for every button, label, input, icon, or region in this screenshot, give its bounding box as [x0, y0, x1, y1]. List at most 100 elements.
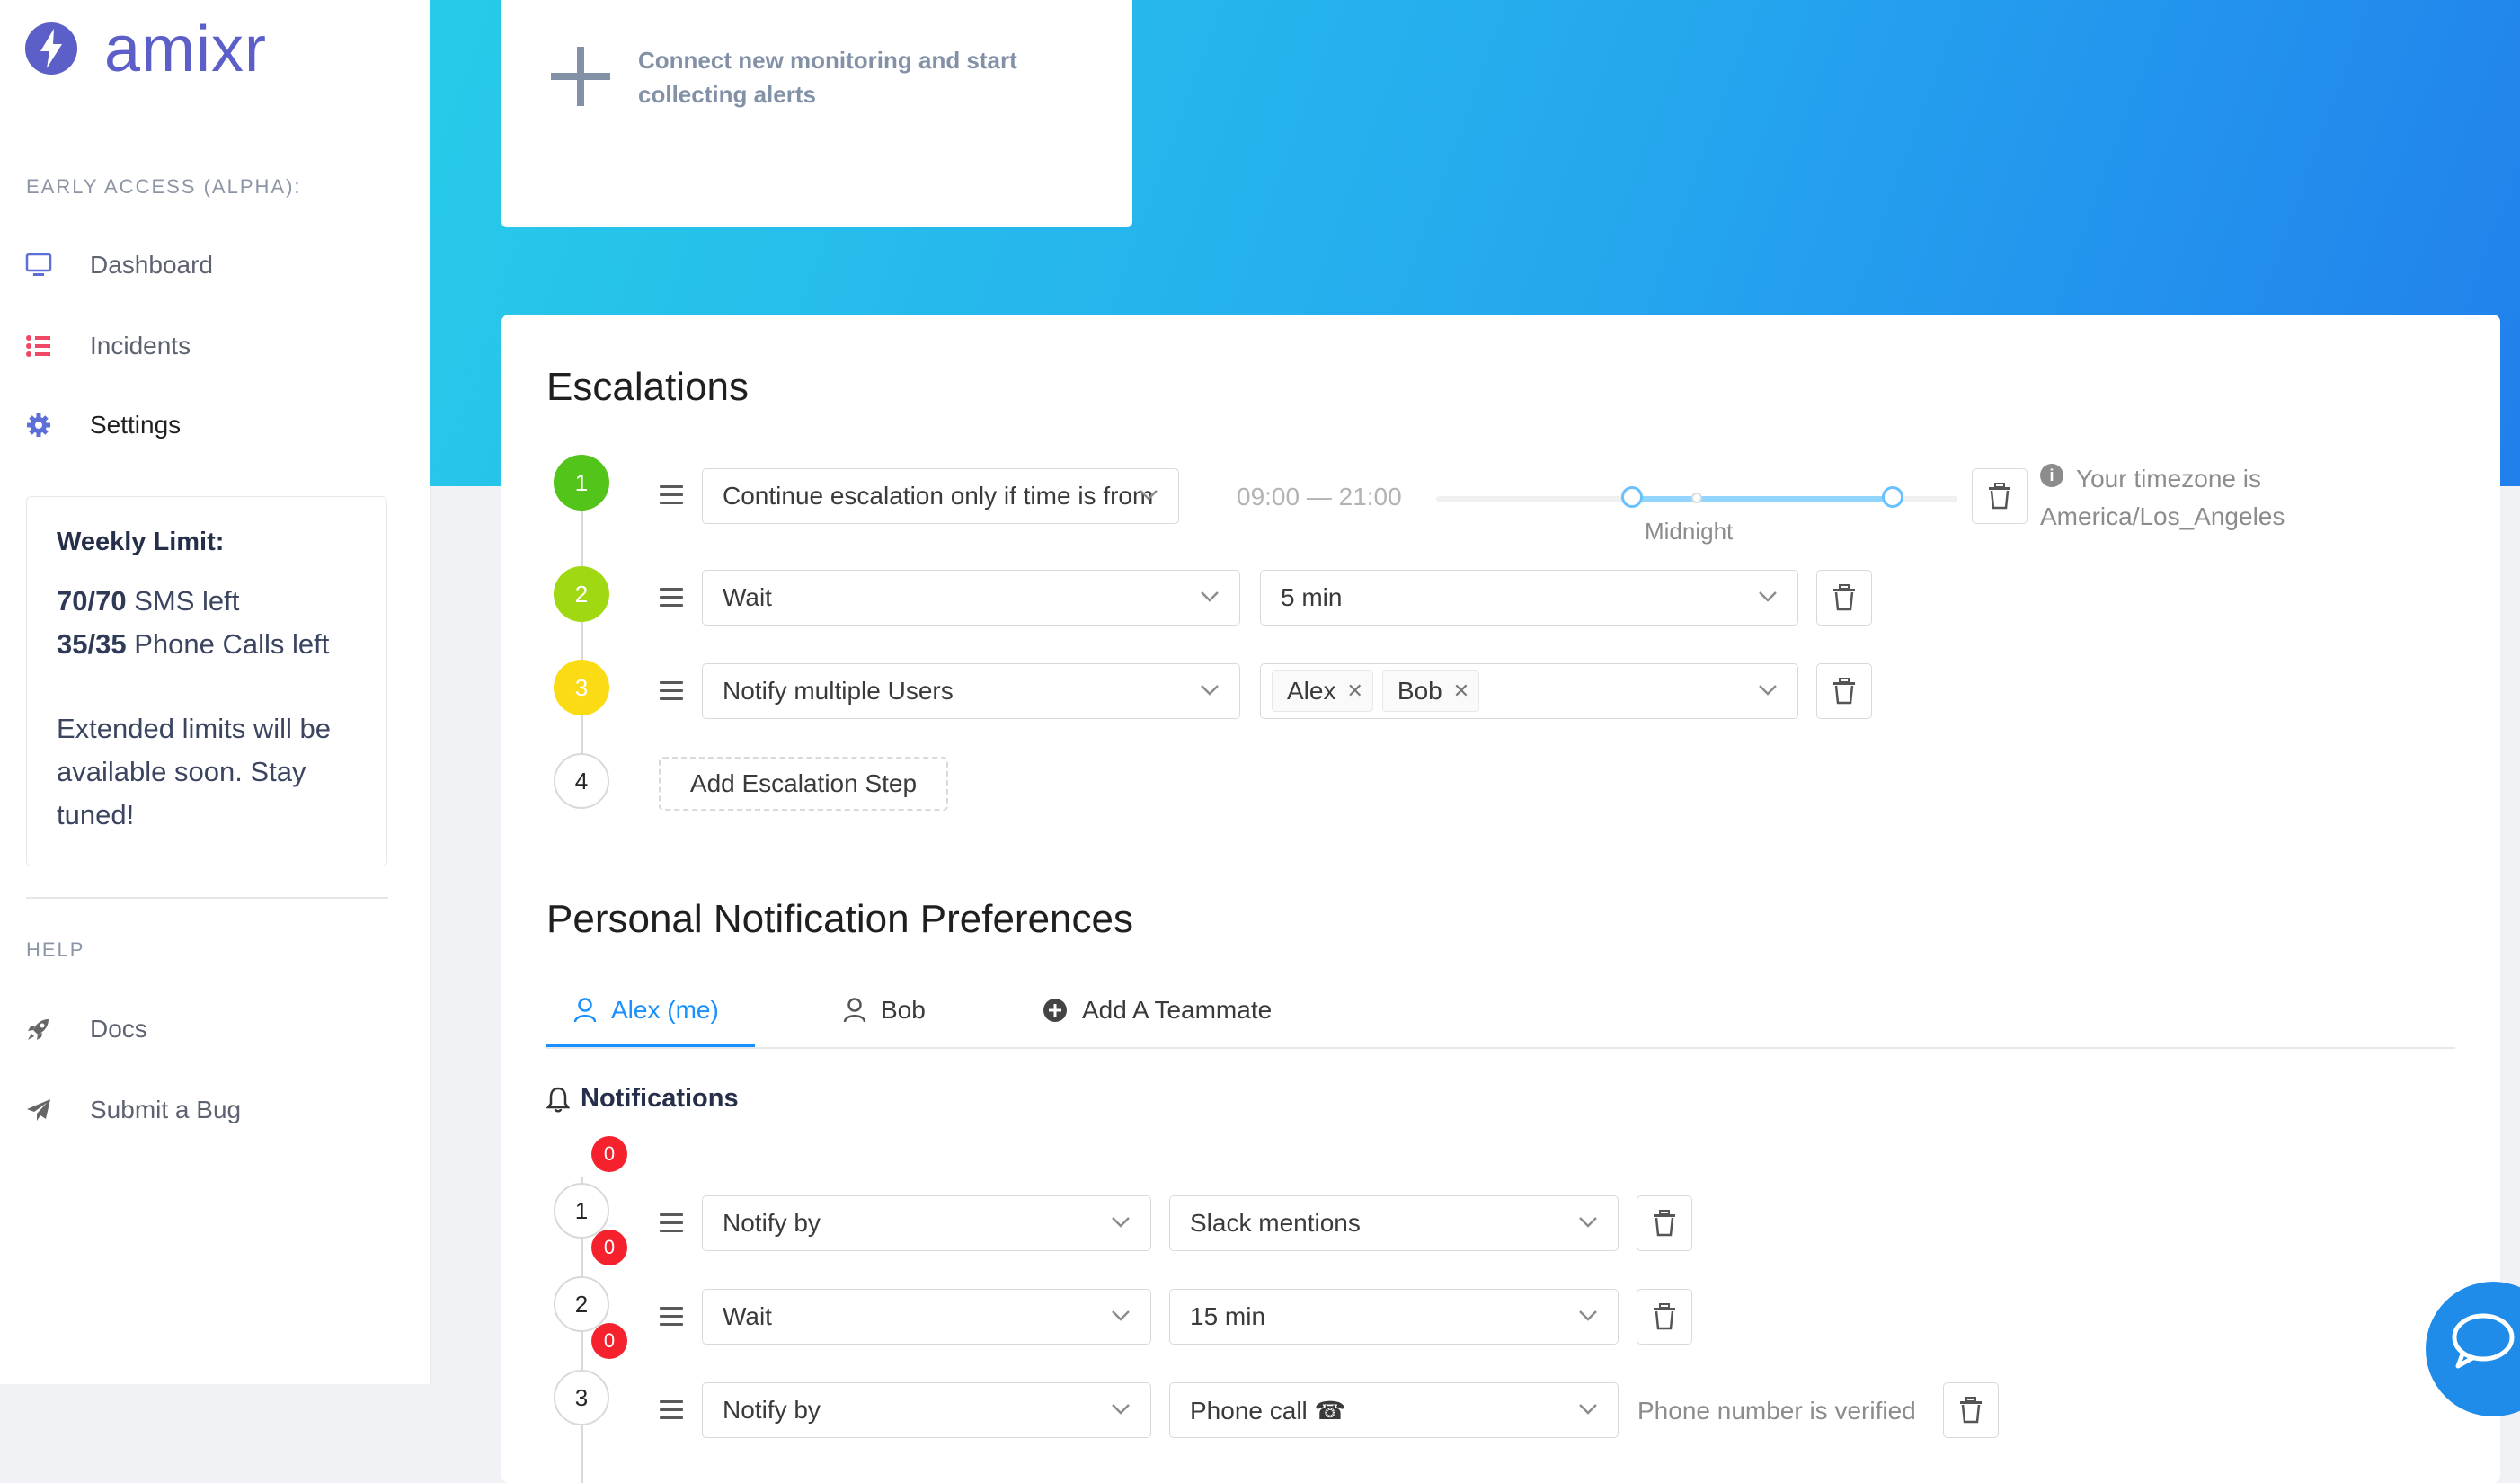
notify-method-select[interactable]: Slack mentions — [1169, 1195, 1619, 1251]
escalation-step-number: 4 — [554, 753, 609, 809]
drag-handle-icon[interactable] — [660, 681, 683, 701]
drag-handle-icon[interactable] — [660, 485, 683, 505]
nav-incidents-label: Incidents — [90, 332, 191, 360]
notification-step-number: 3 — [554, 1370, 609, 1425]
notify-action-select[interactable]: Notify by — [702, 1382, 1151, 1438]
delete-step-button[interactable] — [1637, 1289, 1692, 1345]
escalations-title: Escalations — [546, 365, 750, 409]
escalation-action-select[interactable]: Notify multiple Users — [702, 663, 1240, 719]
user-tag[interactable]: Alex ✕ — [1272, 670, 1373, 712]
notify-action-value: Notify by — [723, 1209, 821, 1237]
monitor-icon — [24, 251, 53, 280]
users-multi-select[interactable]: Alex ✕ Bob ✕ — [1260, 663, 1798, 719]
wait-duration-select[interactable]: 5 min — [1260, 570, 1798, 626]
sms-count: 70/70 — [57, 585, 127, 617]
help-label: HELP — [26, 938, 85, 961]
brand-name: amixr — [104, 13, 267, 85]
escalation-action-select[interactable]: Continue escalation only if time is from — [702, 468, 1179, 524]
slider-handle-start[interactable] — [1621, 486, 1643, 508]
notify-method-value: Slack mentions — [1190, 1209, 1361, 1237]
drag-handle-icon[interactable] — [660, 1213, 683, 1233]
user-tag-label: Alex — [1287, 677, 1336, 705]
tabs-divider — [546, 1047, 2455, 1049]
delete-step-button[interactable] — [1943, 1382, 1999, 1438]
user-icon — [573, 998, 597, 1023]
phone-verified-status: Phone number is verified — [1637, 1397, 1916, 1425]
time-range-slider[interactable]: Midnight — [1436, 486, 1957, 545]
add-escalation-step-button[interactable]: Add Escalation Step — [659, 757, 948, 811]
nav-settings-label: Settings — [90, 411, 182, 439]
chevron-down-icon — [1112, 1217, 1130, 1228]
trash-icon — [1654, 1303, 1675, 1330]
notification-step-number: 1 — [554, 1183, 609, 1239]
trash-icon — [1833, 584, 1855, 611]
count-badge: 0 — [591, 1323, 627, 1359]
nav-dashboard[interactable]: Dashboard — [0, 238, 430, 292]
count-badge: 0 — [591, 1136, 627, 1172]
drag-handle-icon[interactable] — [660, 588, 683, 608]
sidebar-divider — [26, 897, 388, 899]
plus-icon — [551, 47, 610, 106]
sidebar: amixr EARLY ACCESS (ALPHA): Dashboard In… — [0, 0, 431, 1384]
user-tag-label: Bob — [1397, 677, 1442, 705]
delete-step-button[interactable] — [1816, 570, 1872, 626]
escalation-action-value: Continue escalation only if time is from — [723, 482, 1154, 510]
preferences-title: Personal Notification Preferences — [546, 897, 1133, 941]
tab-add-teammate[interactable]: Add A Teammate — [1043, 996, 1272, 1025]
sms-left: 70/70 SMS left — [57, 585, 239, 617]
lightning-logo-icon — [25, 22, 77, 75]
notify-action-select[interactable]: Notify by — [702, 1195, 1151, 1251]
user-icon — [843, 998, 866, 1023]
slider-midnight-dot — [1691, 493, 1702, 503]
remove-tag-icon[interactable]: ✕ — [1346, 679, 1362, 703]
chevron-down-icon — [1759, 685, 1777, 696]
wait-duration-select[interactable]: 15 min — [1169, 1289, 1619, 1345]
gear-icon — [24, 411, 53, 440]
delete-step-button[interactable] — [1816, 663, 1872, 719]
chevron-down-icon — [1201, 591, 1219, 602]
trash-icon — [1960, 1397, 1982, 1424]
info-icon: i — [2040, 464, 2063, 487]
delete-step-button[interactable] — [1972, 468, 2028, 524]
nav-submit-bug[interactable]: Submit a Bug — [0, 1083, 430, 1137]
user-tag[interactable]: Bob ✕ — [1381, 670, 1480, 712]
slider-track — [1632, 496, 1893, 502]
nav-settings[interactable]: Settings — [0, 398, 430, 452]
trash-icon — [1833, 678, 1855, 705]
tab-bob-label: Bob — [881, 996, 926, 1024]
drag-handle-icon[interactable] — [660, 1400, 683, 1420]
tab-alex[interactable]: Alex (me) — [573, 996, 719, 1025]
escalation-action-value: Notify multiple Users — [723, 677, 954, 705]
wait-duration-value: 5 min — [1281, 583, 1343, 611]
remove-tag-icon[interactable]: ✕ — [1453, 679, 1469, 703]
calls-label: Phone Calls left — [126, 628, 330, 660]
tab-add-teammate-label: Add A Teammate — [1082, 996, 1273, 1024]
sms-label: SMS left — [126, 585, 240, 617]
tab-bob[interactable]: Bob — [843, 996, 926, 1025]
list-icon — [24, 332, 53, 360]
nav-submit-bug-label: Submit a Bug — [90, 1096, 242, 1123]
limits-note: Extended limits will be available soon. … — [57, 713, 331, 830]
calls-count: 35/35 — [57, 628, 127, 660]
nav-docs-label: Docs — [90, 1015, 147, 1043]
weekly-limit-title: Weekly Limit: — [57, 528, 225, 556]
drag-handle-icon[interactable] — [660, 1307, 683, 1327]
nav-dashboard-label: Dashboard — [90, 251, 213, 279]
notify-method-select[interactable]: Phone call ☎ — [1169, 1382, 1619, 1438]
time-range-text: 09:00 — 21:00 — [1237, 483, 1402, 511]
chevron-down-icon — [1579, 1310, 1597, 1321]
notifications-heading: Notifications — [546, 1084, 739, 1114]
escalation-step-number: 1 — [554, 455, 609, 511]
tab-alex-label: Alex (me) — [611, 996, 719, 1024]
connect-monitoring-card[interactable]: Connect new monitoring and start collect… — [501, 0, 1132, 227]
slider-handle-end[interactable] — [1882, 486, 1903, 508]
notify-action-value: Wait — [723, 1302, 772, 1330]
nav-docs[interactable]: Docs — [0, 1002, 430, 1056]
slider-midnight-label: Midnight — [1645, 518, 1734, 545]
chevron-down-icon — [1579, 1217, 1597, 1228]
escalation-action-select[interactable]: Wait — [702, 570, 1240, 626]
nav-incidents[interactable]: Incidents — [0, 319, 430, 373]
calls-left: 35/35 Phone Calls left — [57, 628, 329, 661]
notify-action-select[interactable]: Wait — [702, 1289, 1151, 1345]
delete-step-button[interactable] — [1637, 1195, 1692, 1251]
